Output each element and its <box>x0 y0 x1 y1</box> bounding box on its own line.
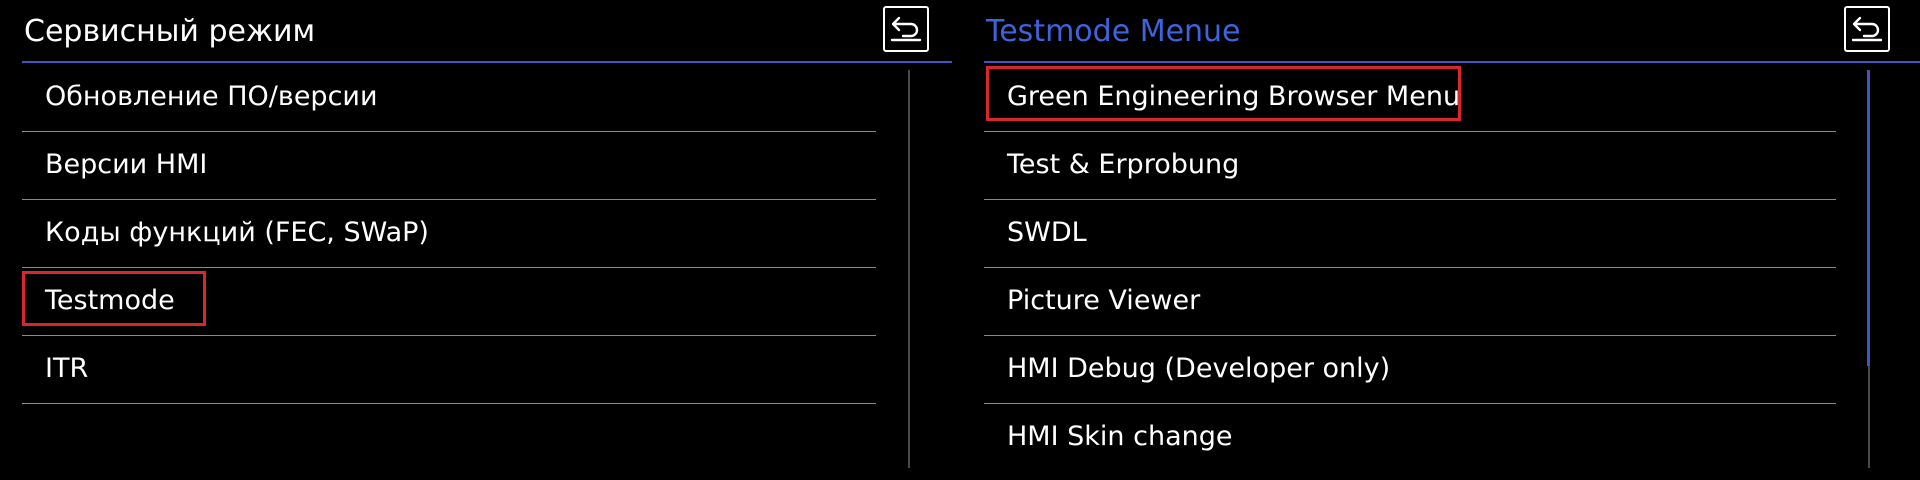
list-item-testmode[interactable]: Testmode <box>22 268 876 336</box>
list-item-label: Test & Erprobung <box>1007 149 1240 180</box>
row-divider <box>22 403 876 404</box>
list-item-label: Обновление ПО/версии <box>45 81 378 112</box>
page-title: Testmode Menue <box>986 14 1241 49</box>
back-arrow-icon <box>1851 16 1883 42</box>
back-arrow-icon <box>890 16 922 42</box>
list-item-hmi-skin-change[interactable]: HMI Skin change <box>984 404 1836 472</box>
list-item-label: ITR <box>45 353 89 384</box>
list-item-label: Green Engineering Browser Menu <box>1007 81 1461 112</box>
list-item-green-engineering-browser[interactable]: Green Engineering Browser Menu <box>984 64 1836 132</box>
list-item-label: Коды функций (FEC, SWaP) <box>45 217 429 248</box>
list-item-label: Picture Viewer <box>1007 285 1201 316</box>
list-item-label: SWDL <box>1007 217 1087 248</box>
header-divider <box>984 61 1920 63</box>
testmode-menu-list: Green Engineering Browser Menu Test & Er… <box>984 64 1836 472</box>
list-item-label: HMI Skin change <box>1007 421 1233 452</box>
list-item-itr[interactable]: ITR <box>22 336 876 404</box>
list-item-swdl[interactable]: SWDL <box>984 200 1836 268</box>
list-item-software-update[interactable]: Обновление ПО/версии <box>22 64 876 132</box>
testmode-menu-screen: Testmode Menue Green Engineering Browser… <box>960 0 1920 480</box>
back-button[interactable] <box>1844 6 1890 52</box>
list-item-label: Версии HMI <box>45 149 208 180</box>
back-button[interactable] <box>883 6 929 52</box>
service-mode-list: Обновление ПО/версии Версии HMI Коды фун… <box>22 64 876 404</box>
list-item-hmi-debug[interactable]: HMI Debug (Developer only) <box>984 336 1836 404</box>
testmode-menu-header: Testmode Menue <box>984 0 1920 63</box>
page-title: Сервисный режим <box>24 14 316 49</box>
service-mode-header: Сервисный режим <box>22 0 952 63</box>
list-item-function-codes[interactable]: Коды функций (FEC, SWaP) <box>22 200 876 268</box>
list-item-test-erprobung[interactable]: Test & Erprobung <box>984 132 1836 200</box>
list-item-hmi-versions[interactable]: Версии HMI <box>22 132 876 200</box>
service-mode-screen: Сервисный режим Обновление ПО/версии Вер… <box>0 0 952 480</box>
scrollbar[interactable] <box>908 70 910 468</box>
list-item-label: HMI Debug (Developer only) <box>1007 353 1391 384</box>
list-item-label: Testmode <box>45 285 175 316</box>
list-item-picture-viewer[interactable]: Picture Viewer <box>984 268 1836 336</box>
scrollbar-thumb[interactable] <box>1867 70 1870 366</box>
header-divider <box>22 61 952 63</box>
